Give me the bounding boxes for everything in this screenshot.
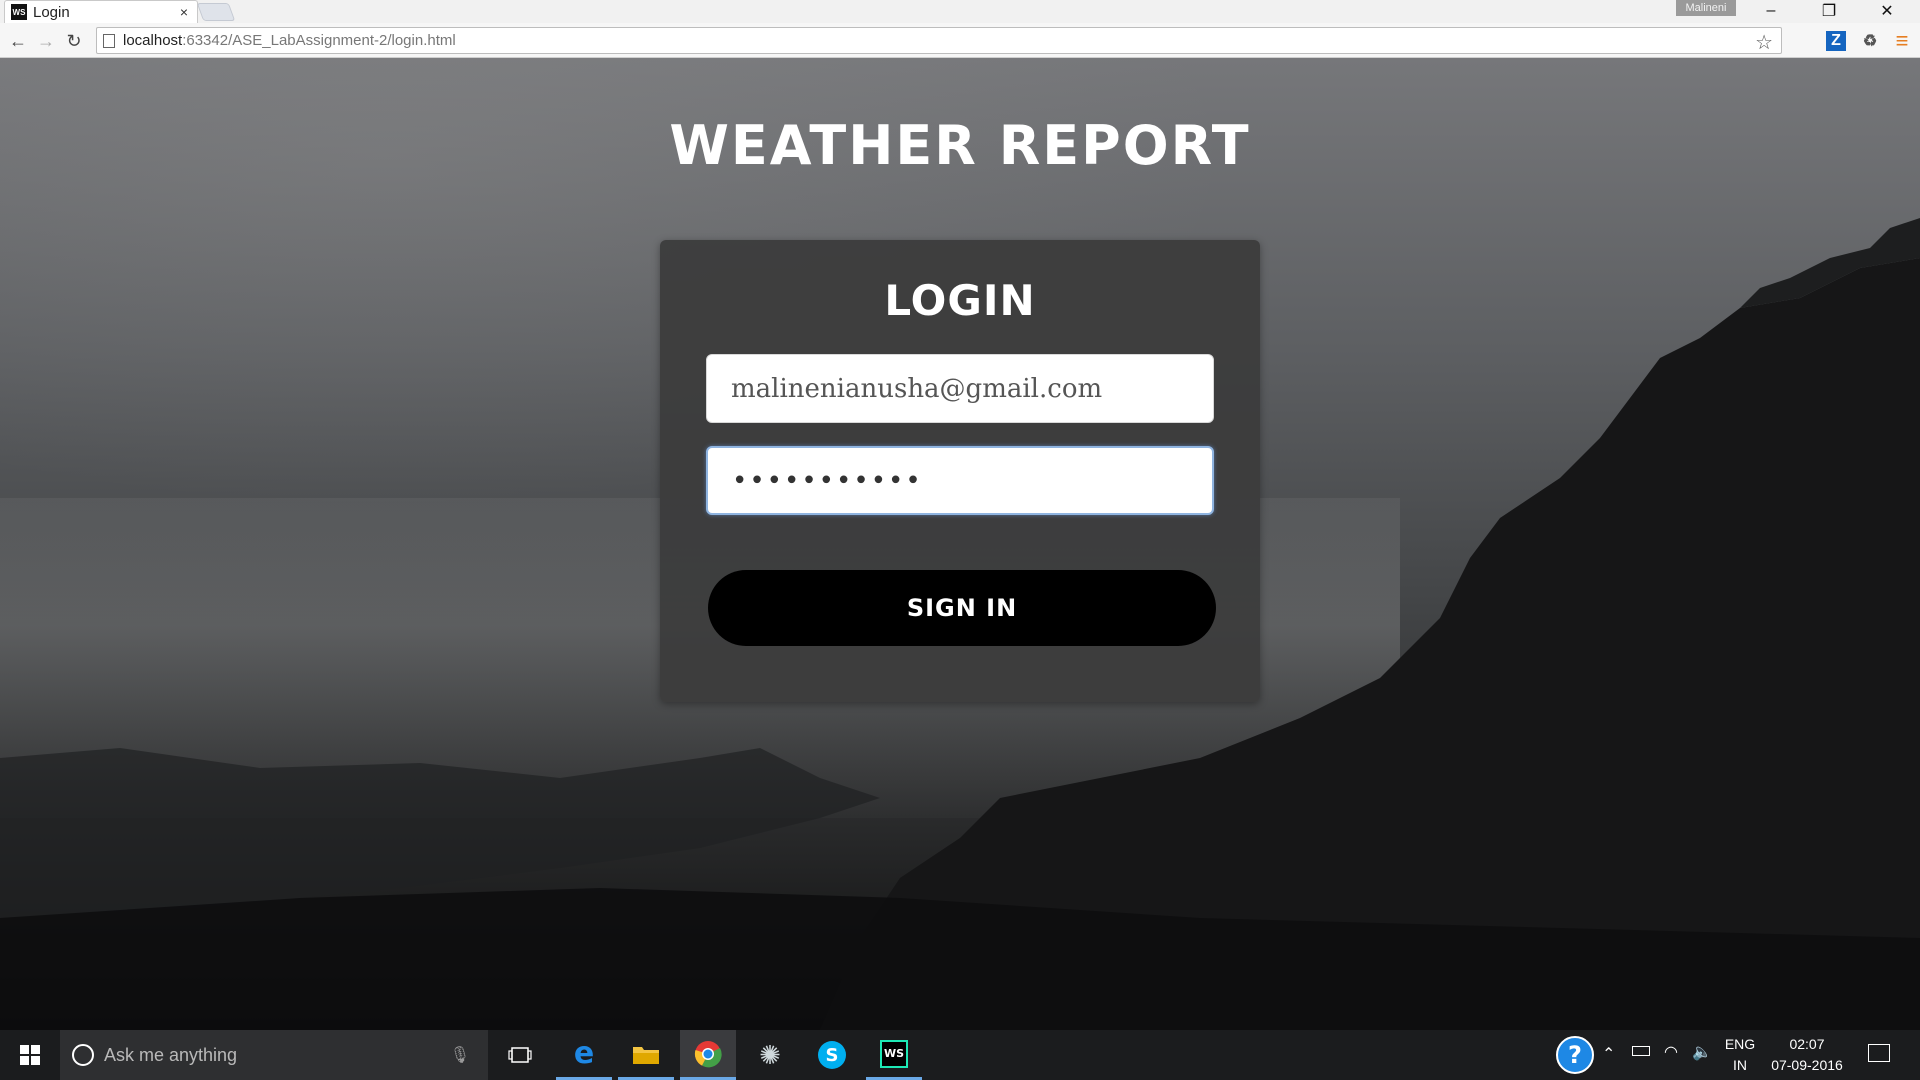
tab-close-icon[interactable]: × — [177, 4, 191, 20]
close-window-icon[interactable]: ✕ — [1864, 0, 1910, 22]
browser-tab[interactable]: WS Login × — [4, 0, 198, 23]
taskbar-app-skype[interactable]: S — [804, 1030, 860, 1080]
windows-logo-icon — [20, 1045, 40, 1065]
url-path: :63342/ASE_LabAssignment-2/login.html — [182, 32, 456, 49]
profile-badge[interactable]: Malineni — [1676, 0, 1736, 16]
windows-taskbar: Ask me anything 🎙 e ✺ S WS ? ⌃ ◠ 🔈 ENG I… — [0, 1030, 1920, 1080]
tab-title: Login — [33, 3, 70, 21]
restore-icon[interactable]: ❐ — [1806, 0, 1852, 22]
start-button[interactable] — [0, 1030, 60, 1080]
forward-icon[interactable]: → — [34, 29, 58, 53]
taskbar-app-file-explorer[interactable] — [618, 1030, 674, 1080]
tray-expand-icon[interactable]: ⌃ — [1602, 1044, 1615, 1064]
clock-date: 07-09-2016 — [1771, 1057, 1843, 1073]
chrome-icon — [694, 1040, 722, 1067]
taskbar-app-settings[interactable]: ✺ — [742, 1030, 798, 1080]
clock-time: 02:07 — [1789, 1036, 1825, 1052]
skype-icon: S — [818, 1041, 846, 1069]
taskbar-app-webstorm[interactable]: WS — [866, 1030, 922, 1080]
task-view-button[interactable] — [492, 1030, 548, 1080]
action-center-icon[interactable] — [1868, 1044, 1890, 1062]
task-view-icon — [508, 1047, 532, 1063]
bookmark-star-icon[interactable]: ☆ — [1755, 30, 1773, 55]
cortana-search-box[interactable]: Ask me anything 🎙 — [60, 1030, 488, 1080]
page-icon — [103, 33, 115, 48]
z-extension-icon[interactable]: Z — [1826, 31, 1846, 51]
url-host: localhost — [123, 32, 183, 49]
region-code: IN — [1733, 1057, 1747, 1073]
clock[interactable]: 02:07 07-09-2016 — [1762, 1034, 1852, 1076]
url-text: localhost:63342/ASE_LabAssignment-2/logi… — [123, 32, 456, 49]
settings-app-icon: ✺ — [759, 1039, 781, 1070]
help-icon[interactable]: ? — [1556, 1036, 1594, 1074]
microphone-icon[interactable]: 🎙 — [450, 1045, 470, 1065]
cortana-icon — [72, 1044, 94, 1066]
page-title: WEATHER REPORT — [669, 114, 1251, 177]
recycle-extension-icon[interactable]: ♻ — [1858, 29, 1882, 53]
browser-toolbar: ← → ↻ localhost:63342/ASE_LabAssignment-… — [0, 23, 1920, 58]
password-input[interactable] — [706, 446, 1214, 515]
volume-icon[interactable]: 🔈 — [1692, 1042, 1712, 1062]
language-code: ENG — [1724, 1036, 1756, 1052]
edge-icon: e — [573, 1036, 595, 1071]
login-title: LOGIN — [884, 276, 1036, 325]
wifi-icon[interactable]: ◠ — [1664, 1042, 1678, 1062]
address-bar[interactable]: localhost:63342/ASE_LabAssignment-2/logi… — [96, 27, 1782, 54]
page-viewport: WEATHER REPORT LOGIN SIGN IN — [0, 58, 1920, 1030]
email-input[interactable] — [706, 354, 1214, 423]
search-placeholder: Ask me anything — [104, 1044, 238, 1065]
minimize-icon[interactable]: – — [1748, 0, 1794, 22]
new-tab-button[interactable] — [196, 3, 236, 21]
webstorm-favicon-icon: WS — [11, 4, 27, 20]
reload-icon[interactable]: ↻ — [62, 29, 86, 53]
back-icon[interactable]: ← — [6, 29, 30, 53]
folder-icon — [633, 1046, 659, 1064]
taskbar-app-edge[interactable]: e — [556, 1030, 612, 1080]
menu-icon[interactable]: ≡ — [1890, 28, 1914, 53]
taskbar-app-chrome[interactable] — [680, 1030, 736, 1080]
sign-in-button[interactable]: SIGN IN — [708, 570, 1216, 646]
browser-titlebar: WS Login × Malineni – ❐ ✕ — [0, 0, 1920, 23]
battery-icon[interactable] — [1632, 1046, 1650, 1056]
webstorm-icon: WS — [880, 1039, 908, 1068]
language-indicator[interactable]: ENG IN — [1720, 1034, 1760, 1076]
